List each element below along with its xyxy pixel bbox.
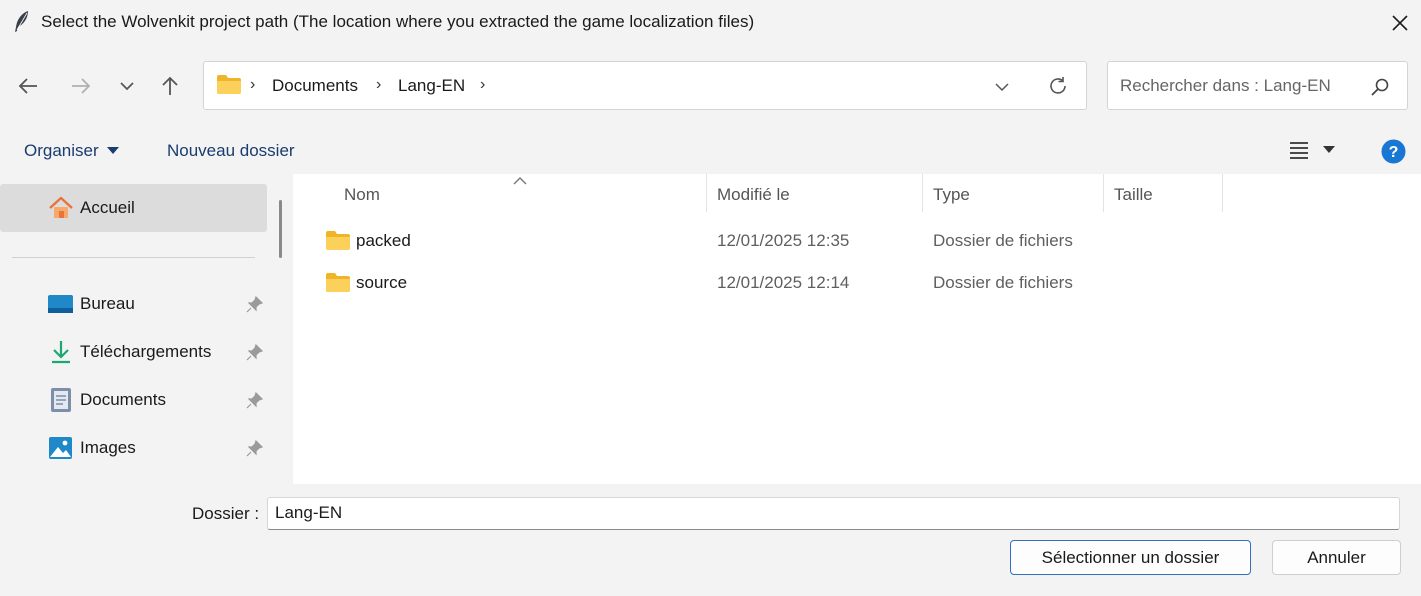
refresh-button[interactable] <box>1047 75 1069 102</box>
file-type: Dossier de fichiers <box>933 273 1073 292</box>
back-button[interactable] <box>11 69 45 103</box>
help-button[interactable]: ? <box>1381 139 1406 169</box>
column-header-type[interactable]: Type <box>933 185 970 205</box>
file-name: source <box>356 273 408 292</box>
sidebar-divider <box>12 257 255 258</box>
file-name: packed <box>356 231 411 250</box>
folder-icon <box>325 271 351 298</box>
up-button[interactable] <box>153 69 187 103</box>
column-header-size[interactable]: Taille <box>1114 185 1153 205</box>
sidebar-item-label: Images <box>80 438 136 457</box>
address-dropdown-button[interactable] <box>995 79 1009 97</box>
breadcrumb-chevron-icon[interactable]: › <box>480 76 485 94</box>
breadcrumb-lang-en[interactable]: Lang-EN <box>398 76 465 96</box>
help-icon: ? <box>1381 139 1406 164</box>
organize-menu-button[interactable]: Organiser <box>24 141 119 161</box>
column-header-modified[interactable]: Modifié le <box>717 185 790 205</box>
arrow-up-icon <box>162 76 178 95</box>
chevron-down-icon <box>995 83 1009 92</box>
download-icon <box>50 340 72 369</box>
arrow-right-icon <box>72 78 91 94</box>
forward-button[interactable] <box>64 69 98 103</box>
desktop-icon <box>48 294 73 319</box>
new-folder-button[interactable]: Nouveau dossier <box>167 141 295 161</box>
sidebar-item-label: Documents <box>80 390 166 409</box>
documents-icon <box>51 388 71 417</box>
file-type: Dossier de fichiers <box>933 231 1073 250</box>
folder-icon <box>325 229 351 256</box>
file-modified: 12/01/2025 12:35 <box>717 231 850 250</box>
search-icon[interactable] <box>1370 77 1390 102</box>
svg-text:?: ? <box>1389 144 1399 161</box>
sidebar-scrollbar[interactable] <box>279 200 282 258</box>
view-options-button[interactable] <box>1289 141 1335 159</box>
column-divider[interactable] <box>1103 174 1104 212</box>
column-header-name[interactable]: Nom <box>344 185 380 205</box>
recent-locations-button[interactable] <box>110 69 144 103</box>
search-box[interactable]: Rechercher dans : Lang-EN <box>1107 61 1408 110</box>
caret-down-icon <box>1323 146 1335 153</box>
close-icon <box>1392 15 1408 31</box>
sidebar-item-label: Téléchargements <box>80 342 212 361</box>
refresh-icon <box>1050 77 1066 94</box>
close-button[interactable] <box>1382 6 1418 40</box>
folder-name-value: Lang-EN <box>275 503 343 522</box>
column-divider[interactable] <box>1222 174 1223 212</box>
pin-icon[interactable] <box>246 439 264 462</box>
folder-name-field[interactable]: Lang-EN <box>267 497 1400 530</box>
table-row[interactable] <box>313 221 1413 261</box>
list-view-icon <box>1290 142 1308 159</box>
cancel-button[interactable]: Annuler <box>1272 540 1401 575</box>
caret-down-icon <box>106 147 119 154</box>
breadcrumb-chevron-icon: › <box>376 76 382 93</box>
organize-label: Organiser <box>24 141 99 160</box>
table-row[interactable] <box>313 263 1413 303</box>
arrow-left-icon <box>18 78 37 94</box>
column-divider[interactable] <box>706 174 707 212</box>
sidebar-item-label: Bureau <box>80 294 135 313</box>
file-modified: 12/01/2025 12:14 <box>717 273 850 292</box>
folder-label: Dossier : <box>192 504 260 523</box>
sidebar-item-label: Accueil <box>80 198 135 217</box>
address-bar[interactable]: › Documents › Lang-EN › <box>203 61 1087 110</box>
folder-icon <box>216 73 242 100</box>
home-icon <box>48 196 74 225</box>
column-divider[interactable] <box>922 174 923 212</box>
pin-icon[interactable] <box>246 343 264 366</box>
chevron-down-icon <box>120 82 134 91</box>
search-input[interactable]: Rechercher dans : Lang-EN <box>1120 76 1331 96</box>
window-title: Select the Wolvenkit project path (The l… <box>41 12 755 31</box>
pin-icon[interactable] <box>246 391 264 414</box>
select-folder-button[interactable]: Sélectionner un dossier <box>1010 540 1251 575</box>
breadcrumb-chevron-icon: › <box>250 76 256 93</box>
breadcrumb-documents[interactable]: Documents <box>272 76 358 96</box>
pin-icon[interactable] <box>246 295 264 318</box>
sort-ascending-icon <box>513 172 527 190</box>
feather-icon <box>12 10 32 34</box>
images-icon <box>49 437 72 464</box>
